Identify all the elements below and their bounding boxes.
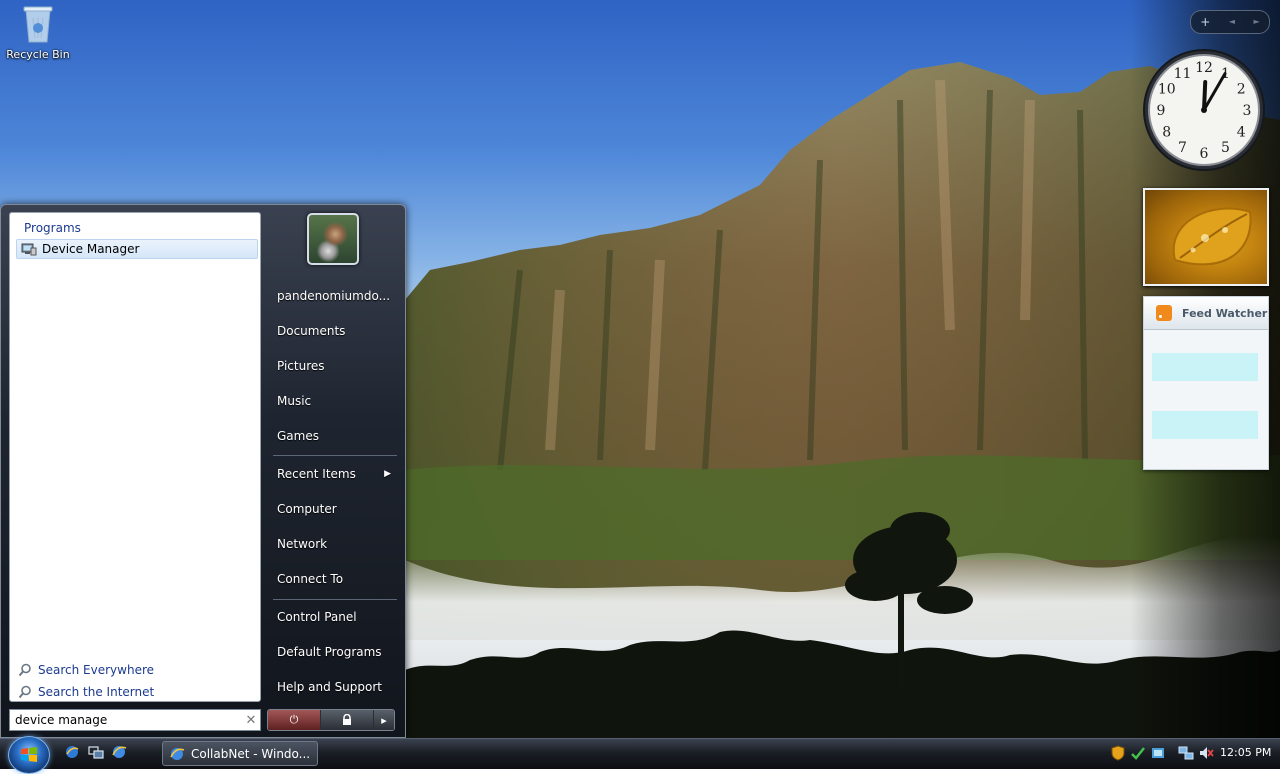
power-icon: ⏻ xyxy=(289,713,299,726)
user-avatar[interactable] xyxy=(307,213,359,265)
clock-number-11: 11 xyxy=(1174,66,1192,82)
switch-windows-icon[interactable] xyxy=(88,744,104,760)
clear-search-icon[interactable]: ✕ xyxy=(242,713,260,728)
clock-number-5: 5 xyxy=(1221,140,1230,156)
windows-logo-icon xyxy=(21,747,37,762)
arrow-right-icon: ▸ xyxy=(381,713,387,727)
search-internet-link[interactable]: Search the Internet xyxy=(18,685,154,699)
menu-item-connect-to[interactable]: Connect To xyxy=(263,564,401,594)
recent-items-label: Recent Items xyxy=(277,467,356,481)
menu-item-network[interactable]: Network xyxy=(263,529,401,559)
clock-gadget[interactable]: 121234567891011 xyxy=(1142,48,1266,172)
feed-watcher-header: Feed Watcher xyxy=(1144,297,1268,330)
menu-item-computer[interactable]: Computer xyxy=(263,494,401,524)
taskbar-button-label: CollabNet - Windo... xyxy=(191,746,311,761)
search-results-pane: Programs Device Manager Search Everywher… xyxy=(9,212,261,702)
sidebar-controls: + ◄ ► xyxy=(1190,10,1270,34)
result-device-manager[interactable]: Device Manager xyxy=(16,239,258,259)
checkmark-icon[interactable] xyxy=(1130,745,1146,761)
leaf-photo xyxy=(1172,207,1252,266)
search-icon xyxy=(18,663,31,677)
recycle-bin-label: Recycle Bin xyxy=(6,48,70,61)
shutdown-options-button[interactable]: ▸ xyxy=(374,710,394,730)
feed-watcher-gadget[interactable]: Feed Watcher xyxy=(1143,296,1269,470)
lock-button[interactable] xyxy=(321,710,374,730)
menu-item-control-panel[interactable]: Control Panel xyxy=(263,602,401,632)
menu-item-games[interactable]: Games xyxy=(263,421,401,451)
submenu-arrow-icon: ▶ xyxy=(384,469,391,479)
menu-separator xyxy=(273,455,397,456)
taskbar-button-collabnet[interactable]: CollabNet - Windo... xyxy=(162,741,318,766)
start-button[interactable] xyxy=(8,736,50,774)
clock-number-9: 9 xyxy=(1157,103,1166,119)
clock-number-2: 2 xyxy=(1237,82,1246,98)
menu-item-documents[interactable]: Documents xyxy=(263,316,401,346)
start-search-input[interactable] xyxy=(10,710,242,730)
search-icon xyxy=(18,685,31,699)
feed-item[interactable] xyxy=(1152,411,1258,439)
power-controls: ⏻ ▸ xyxy=(267,709,395,731)
search-everywhere-link[interactable]: Search Everywhere xyxy=(18,663,154,677)
next-gadgets-button[interactable]: ► xyxy=(1254,11,1260,33)
ie-icon xyxy=(170,747,185,760)
recycle-bin-icon xyxy=(23,4,53,44)
ie-browser-icon[interactable] xyxy=(111,744,127,760)
device-manager-icon xyxy=(21,243,37,256)
windows-update-icon[interactable] xyxy=(1150,745,1166,761)
menu-item-help-and-support[interactable]: Help and Support xyxy=(263,672,401,702)
menu-item-user-folder[interactable]: pandenomiumdo... xyxy=(263,281,401,311)
clock-number-7: 7 xyxy=(1178,140,1187,156)
security-shield-icon[interactable] xyxy=(1110,745,1126,761)
rss-icon xyxy=(1156,305,1172,321)
clock-number-3: 3 xyxy=(1243,103,1252,119)
clock-number-10: 10 xyxy=(1158,82,1176,98)
clock-number-8: 8 xyxy=(1162,125,1171,141)
start-search-box: ✕ xyxy=(9,709,261,731)
menu-item-recent-items[interactable]: Recent Items ▶ xyxy=(263,459,401,489)
feed-watcher-title: Feed Watcher xyxy=(1182,306,1268,320)
lock-icon xyxy=(343,714,351,725)
menu-item-pictures[interactable]: Pictures xyxy=(263,351,401,381)
menu-item-default-programs[interactable]: Default Programs xyxy=(263,637,401,667)
menu-separator xyxy=(273,599,397,600)
menu-item-music[interactable]: Music xyxy=(263,386,401,416)
recycle-bin-shortcut[interactable]: Recycle Bin xyxy=(4,4,72,61)
clock-number-4: 4 xyxy=(1237,125,1246,141)
result-label: Device Manager xyxy=(42,242,140,256)
programs-header: Programs xyxy=(24,221,81,235)
previous-gadgets-button[interactable]: ◄ xyxy=(1229,11,1235,33)
feed-item[interactable] xyxy=(1152,353,1258,381)
power-button[interactable]: ⏻ xyxy=(268,710,321,730)
add-gadget-button[interactable]: + xyxy=(1200,11,1210,33)
volume-muted-icon[interactable] xyxy=(1198,745,1214,761)
slideshow-gadget[interactable] xyxy=(1143,188,1269,286)
ie-quicklaunch-icon[interactable] xyxy=(64,744,80,760)
start-menu: Programs Device Manager Search Everywher… xyxy=(0,204,406,738)
network-icon[interactable] xyxy=(1178,745,1194,761)
clock-number-6: 6 xyxy=(1200,146,1209,162)
clock-number-12: 12 xyxy=(1195,60,1213,76)
taskbar-clock[interactable]: 12:05 PM xyxy=(1220,746,1271,759)
